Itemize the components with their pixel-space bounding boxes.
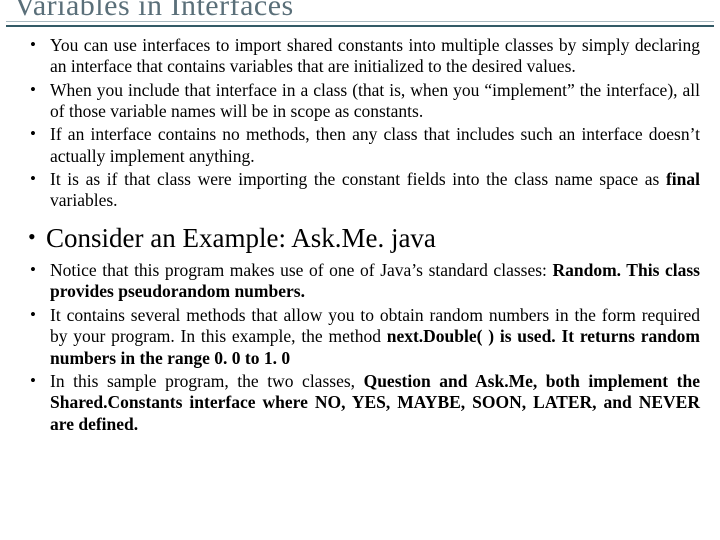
bullet-list-top: You can use interfaces to import shared … bbox=[14, 35, 706, 212]
list-item: In this sample program, the two classes,… bbox=[36, 371, 700, 435]
list-item: When you include that interface in a cla… bbox=[36, 80, 700, 123]
list-item: You can use interfaces to import shared … bbox=[36, 35, 700, 78]
list-item: If an interface contains no methods, the… bbox=[36, 124, 700, 167]
title-underline bbox=[6, 21, 714, 27]
example-heading: Consider an Example: Ask.Me. java bbox=[14, 222, 706, 254]
list-item: It is as if that class were importing th… bbox=[36, 169, 700, 212]
slide-title: Variables in Interfaces bbox=[14, 0, 706, 21]
list-item: It contains several methods that allow y… bbox=[36, 305, 700, 369]
list-item: Notice that this program makes use of on… bbox=[36, 260, 700, 303]
slide: Variables in Interfaces You can use inte… bbox=[0, 0, 720, 531]
bullet-list-bottom: Notice that this program makes use of on… bbox=[14, 260, 706, 435]
